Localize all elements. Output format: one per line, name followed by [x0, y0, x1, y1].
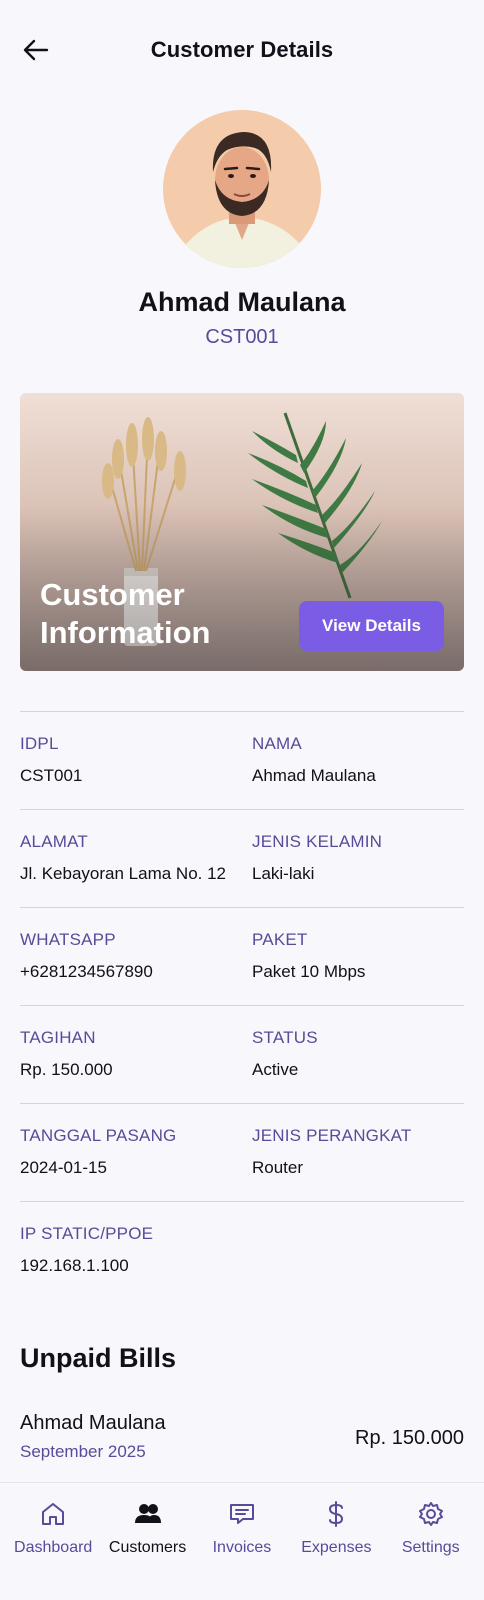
- info-value: Router: [252, 1158, 304, 1177]
- home-icon: [38, 1499, 68, 1529]
- nav-label: Invoices: [212, 1539, 272, 1556]
- bill-customer-name: Ahmad Maulana: [20, 1412, 166, 1434]
- nav-label: Expenses: [301, 1539, 372, 1556]
- info-value: Paket 10 Mbps: [252, 962, 366, 981]
- back-button[interactable]: [22, 38, 50, 62]
- info-row: IDPL CST001 NAMA Ahmad Maulana: [20, 711, 464, 809]
- info-label: PAKET: [252, 930, 308, 949]
- info-label: JENIS KELAMIN: [252, 832, 383, 851]
- customer-info-banner: Customer Information View Details: [20, 393, 464, 671]
- info-row: TAGIHAN Rp. 150.000 STATUS Active: [20, 1005, 464, 1103]
- avatar: [163, 110, 321, 268]
- users-icon: [133, 1499, 163, 1529]
- unpaid-bills-title: Unpaid Bills: [20, 1343, 177, 1373]
- nav-label: Dashboard: [14, 1539, 93, 1556]
- banner-title: Customer Information: [40, 577, 211, 650]
- info-label: TANGGAL PASANG: [20, 1126, 177, 1145]
- invoice-icon: [227, 1499, 257, 1529]
- info-label: JENIS PERANGKAT: [252, 1126, 412, 1145]
- app-header: Customer Details: [0, 0, 484, 100]
- view-details-button[interactable]: View Details: [299, 601, 444, 651]
- nav-item-customers[interactable]: Customers: [102, 1499, 194, 1600]
- nav-item-dashboard[interactable]: Dashboard: [7, 1499, 99, 1600]
- arrow-left-icon: [23, 39, 49, 61]
- info-row: WHATSAPP +6281234567890 PAKET Paket 10 M…: [20, 907, 464, 1005]
- info-row: TANGGAL PASANG 2024-01-15 JENIS PERANGKA…: [20, 1103, 464, 1201]
- bill-amount: Rp. 150.000: [355, 1427, 464, 1449]
- nav-item-settings[interactable]: Settings: [385, 1499, 477, 1600]
- nav-label: Customers: [108, 1539, 187, 1556]
- info-value: 2024-01-15: [20, 1158, 107, 1177]
- nav-item-invoices[interactable]: Invoices: [196, 1499, 288, 1600]
- info-value: Active: [252, 1060, 299, 1079]
- dollar-icon: [321, 1499, 351, 1529]
- info-row: ALAMAT Jl. Kebayoran Lama No. 12 JENIS K…: [20, 809, 464, 907]
- info-value: Rp. 150.000: [20, 1060, 113, 1079]
- customer-info-list: IDPL CST001 NAMA Ahmad Maulana ALAMAT Jl…: [20, 711, 464, 1299]
- info-label: IP STATIC/PPOE: [20, 1224, 154, 1243]
- bill-item[interactable]: Ahmad Maulana September 2025 Rp. 150.000: [20, 1410, 464, 1470]
- nav-item-expenses[interactable]: Expenses: [290, 1499, 382, 1600]
- gear-icon: [416, 1499, 446, 1529]
- info-value: Laki-laki: [252, 864, 315, 883]
- info-value: +6281234567890: [20, 962, 153, 981]
- customer-id: CST001: [205, 326, 279, 348]
- info-value: Jl. Kebayoran Lama No. 12: [20, 864, 227, 883]
- bottom-nav: Dashboard Customers Invoices Expenses Se…: [0, 1482, 484, 1600]
- info-label: TAGIHAN: [20, 1028, 96, 1047]
- bill-period: September 2025: [20, 1442, 146, 1461]
- info-value: Ahmad Maulana: [252, 766, 376, 785]
- info-row: IP STATIC/PPOE 192.168.1.100: [20, 1201, 464, 1299]
- page-title: Customer Details: [150, 37, 334, 62]
- info-label: IDPL: [20, 734, 59, 753]
- customer-name: Ahmad Maulana: [138, 287, 346, 317]
- info-value: 192.168.1.100: [20, 1256, 129, 1275]
- info-label: NAMA: [252, 734, 302, 753]
- info-label: ALAMAT: [20, 832, 88, 851]
- info-label: STATUS: [252, 1028, 318, 1047]
- nav-label: Settings: [401, 1539, 460, 1556]
- info-value: CST001: [20, 766, 83, 785]
- info-label: WHATSAPP: [20, 930, 116, 949]
